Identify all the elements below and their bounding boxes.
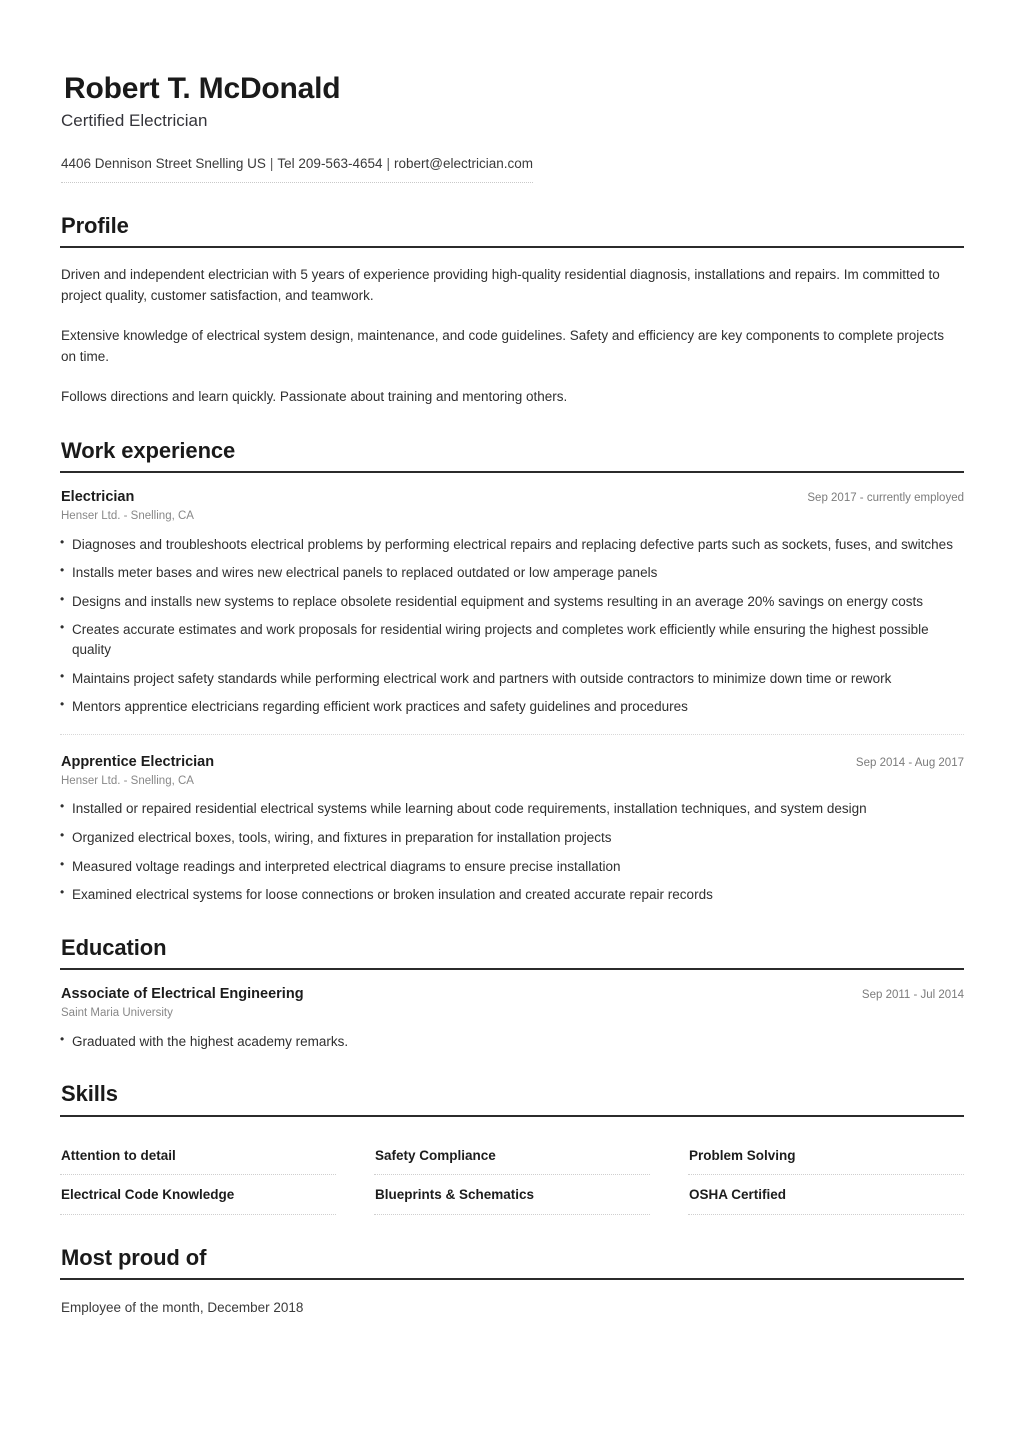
bullet-item: Organized electrical boxes, tools, wirin… <box>60 827 964 848</box>
profile-paragraph: Driven and independent electrician with … <box>61 266 940 303</box>
contact-email[interactable]: robert@electrician.com <box>394 156 533 171</box>
work-entry-head: Apprentice Electrician Sep 2014 - Aug 20… <box>60 753 964 772</box>
resume-header: Robert T. McDonald Certified Electrician… <box>60 72 964 183</box>
education-entry: Associate of Electrical Engineering Sep … <box>60 985 964 1051</box>
work-entry-date: Sep 2014 - Aug 2017 <box>855 756 964 769</box>
contact-phone: Tel 209-563-4654 <box>277 156 383 172</box>
work-entry-bullets: Installed or repaired residential electr… <box>60 798 964 905</box>
skill-item: OSHA Certified <box>688 1175 964 1215</box>
profile-paragraph: Follows directions and learn quickly. Pa… <box>61 388 568 404</box>
contact-address: 4406 Dennison Street Snelling US <box>61 156 266 172</box>
education-entry-date: Sep 2011 - Jul 2014 <box>861 989 964 1002</box>
section-title-education: Education <box>61 934 167 960</box>
bullet-item: Examined electrical systems for loose co… <box>60 884 964 905</box>
bullet-item: Graduated with the highest academy remar… <box>60 1031 964 1052</box>
work-entry-head: Electrician Sep 2017 - currently employe… <box>60 488 964 507</box>
most-proud-of-body: Employee of the month, December 2018 <box>60 1280 964 1318</box>
skills-grid: Attention to detail Safety Compliance Pr… <box>60 1117 964 1215</box>
work-entry: Apprentice Electrician Sep 2014 - Aug 20… <box>60 733 964 905</box>
section-most-proud-of: Most proud of Employee of the month, Dec… <box>60 1245 964 1319</box>
work-entry-organization: Henser Ltd. - Snelling, CA <box>61 509 194 522</box>
section-skills: Skills Attention to detail Safety Compli… <box>60 1081 964 1215</box>
education-entry-school: Saint Maria University <box>61 1006 173 1019</box>
work-experience-entries: Electrician Sep 2017 - currently employe… <box>60 473 964 905</box>
skill-label: Safety Compliance <box>375 1147 496 1163</box>
education-entry-head: Associate of Electrical Engineering Sep … <box>60 985 964 1004</box>
work-entry-role: Apprentice Electrician <box>61 753 215 770</box>
section-title-work-experience: Work experience <box>61 437 236 463</box>
education-entry-degree: Associate of Electrical Engineering <box>61 986 304 1003</box>
work-entry-bullets: Diagnoses and troubleshoots electrical p… <box>60 534 964 717</box>
skill-label: Problem Solving <box>689 1147 796 1163</box>
section-title-skills: Skills <box>61 1081 118 1107</box>
education-entries: Associate of Electrical Engineering Sep … <box>60 970 964 1051</box>
bullet-item: Creates accurate estimates and work prop… <box>60 619 964 659</box>
work-entry-date: Sep 2017 - currently employed <box>807 491 964 504</box>
skill-label: Blueprints & Schematics <box>375 1187 535 1203</box>
section-title-most-proud-of: Most proud of <box>61 1244 207 1270</box>
contact-separator-2: | <box>386 156 391 172</box>
section-work-experience: Work experience Electrician Sep 2017 - c… <box>60 438 964 905</box>
profile-paragraph: Extensive knowledge of electrical system… <box>61 327 944 364</box>
bullet-item: Mentors apprentice electricians regardin… <box>60 696 964 717</box>
work-entry-organization: Henser Ltd. - Snelling, CA <box>61 774 194 787</box>
bullet-item: Measured voltage readings and interprete… <box>60 856 964 877</box>
skill-item: Safety Compliance <box>374 1136 650 1176</box>
bullet-item: Installed or repaired residential electr… <box>60 798 964 819</box>
skill-item: Attention to detail <box>60 1136 336 1176</box>
resume-page: Robert T. McDonald Certified Electrician… <box>0 0 1024 1446</box>
contact-separator-1: | <box>269 156 274 172</box>
candidate-name: Robert T. McDonald <box>64 72 341 105</box>
candidate-title: Certified Electrician <box>61 111 208 130</box>
section-profile: Profile Driven and independent electrici… <box>60 213 964 408</box>
skill-item: Blueprints & Schematics <box>374 1175 650 1215</box>
section-education: Education Associate of Electrical Engine… <box>60 935 964 1052</box>
skill-item: Electrical Code Knowledge <box>60 1175 336 1215</box>
contact-bar: 4406 Dennison Street Snelling US | Tel 209… <box>61 156 534 183</box>
work-entry: Electrician Sep 2017 - currently employe… <box>60 488 964 717</box>
work-entry-role: Electrician <box>61 488 135 505</box>
skill-label: Electrical Code Knowledge <box>61 1187 235 1203</box>
education-entry-bullets: Graduated with the highest academy remar… <box>60 1031 964 1052</box>
profile-body: Driven and independent electrician with … <box>60 248 964 408</box>
bullet-item: Diagnoses and troubleshoots electrical p… <box>60 534 964 555</box>
skill-label: OSHA Certified <box>689 1187 787 1203</box>
skill-item: Problem Solving <box>688 1136 964 1176</box>
section-title-profile: Profile <box>61 212 129 238</box>
skill-label: Attention to detail <box>61 1147 176 1163</box>
most-proud-of-text: Employee of the month, December 2018 <box>61 1300 304 1316</box>
bullet-item: Designs and installs new systems to repl… <box>60 591 964 612</box>
bullet-item: Installs meter bases and wires new elect… <box>60 562 964 583</box>
contact-line: 4406 Dennison Street Snelling US | Tel 209… <box>61 156 533 172</box>
bullet-item: Maintains project safety standards while… <box>60 668 964 689</box>
